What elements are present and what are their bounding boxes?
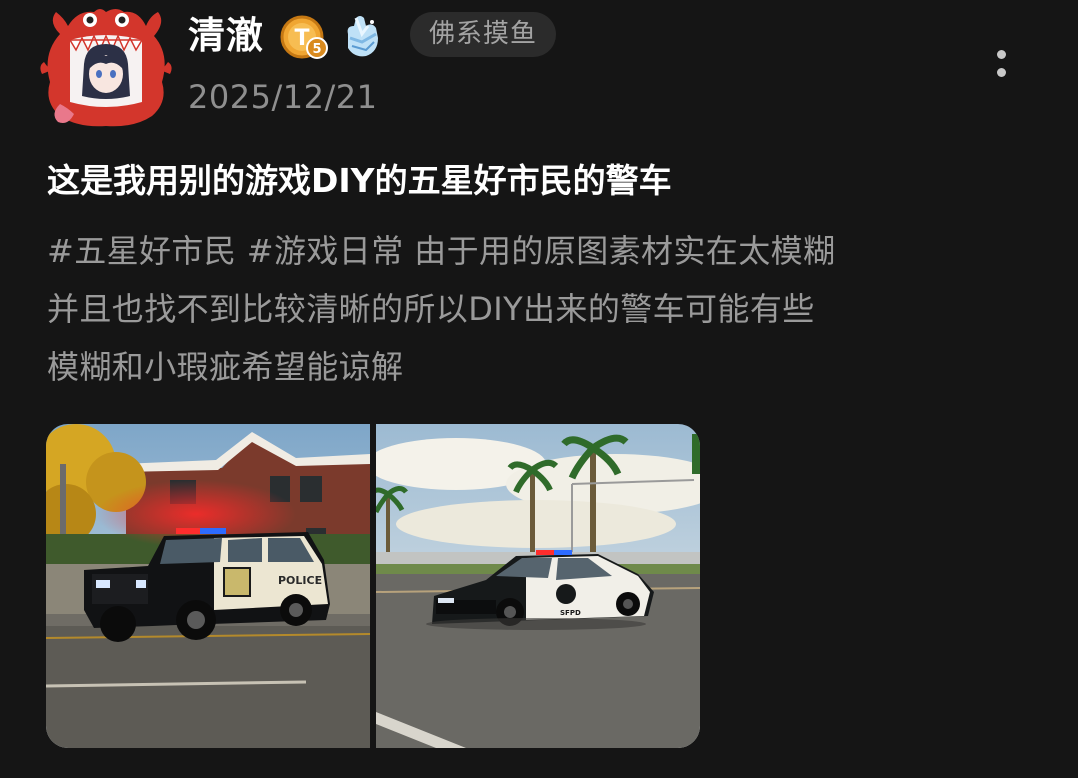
ice-crystal-hand-icon [338,12,386,62]
hashtag-link[interactable]: #五星好市民 [47,232,236,270]
author-name[interactable]: 清澈 [188,12,264,60]
post-body-line: 并且也找不到比较清晰的所以DIY出来的警车可能有些 [47,290,815,328]
vehicle-label: SFPD [560,609,581,617]
group-tag[interactable]: 佛系摸鱼 [410,12,557,57]
post-body-text: 由于用的原图素材实在太模糊 [403,232,836,270]
post-body: #五星好市民 #游戏日常 由于用的原图素材实在太模糊 并且也找不到比较清晰的所以… [47,222,1037,396]
level-badge-icon: T 5 [279,14,329,60]
post-image[interactable]: SFPD [376,424,700,748]
image-grid: POLICE SFPD [46,424,700,748]
post-body-line: #五星好市民 #游戏日常 由于用的原图素材实在太模糊 [47,222,1037,280]
post-body-line: 模糊和小瑕疵希望能谅解 [47,348,404,386]
post-image[interactable]: POLICE [46,424,370,748]
level-number: 5 [312,42,321,57]
post-card: 清澈 T 5 佛系摸鱼 2025/12/21 这是我用别的游戏DIY的五星好市民… [0,0,1078,778]
vehicle-label: POLICE [278,574,322,587]
post-title: 这是我用别的游戏DIY的五星好市民的警车 [47,161,672,200]
post-date: 2025/12/21 [188,78,378,116]
more-options-icon[interactable] [988,44,1016,84]
hashtag-link[interactable]: #游戏日常 [247,232,404,270]
avatar[interactable] [38,4,174,128]
